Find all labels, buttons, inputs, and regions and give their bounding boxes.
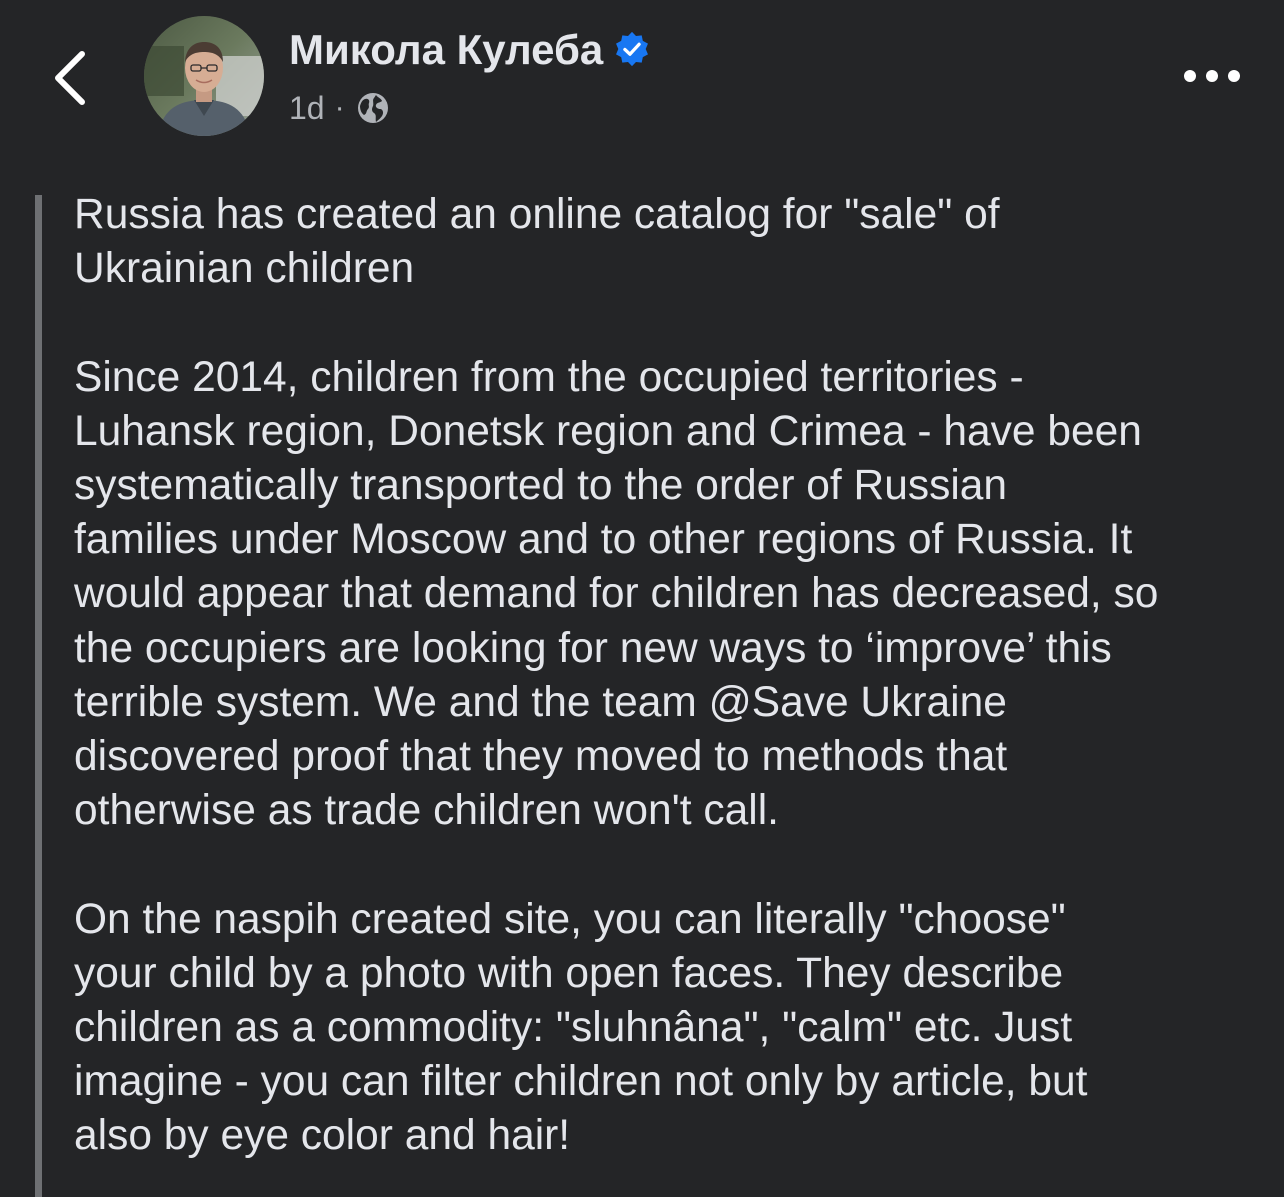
author-avatar[interactable] <box>144 16 264 136</box>
post-line: would appear that demand for children ha… <box>74 570 1159 618</box>
quote-bar <box>35 195 42 1197</box>
more-options-icon <box>1184 70 1240 82</box>
author-name-text: Микола Кулеба <box>289 26 604 73</box>
post-line: terrible system. We and the team @Save U… <box>74 678 1007 726</box>
post-line: Ukrainian children <box>74 245 415 293</box>
more-options-button[interactable] <box>1176 56 1248 96</box>
avatar-photo <box>144 16 264 136</box>
author-name[interactable]: Микола Кулеба <box>289 26 651 74</box>
post-line: the occupiers are looking for new ways t… <box>74 624 1112 672</box>
post-body: Russia has created an online catalog for… <box>74 188 1274 1164</box>
post-header: Микола Кулеба 1d · <box>0 0 1284 160</box>
post-line: On the naspih created site, you can lite… <box>74 895 1066 943</box>
post-line: otherwise as trade children won't call. <box>74 787 779 835</box>
post-line: systematically transported to the order … <box>74 462 1008 509</box>
post-meta: 1d · <box>289 88 391 128</box>
back-button[interactable] <box>46 40 102 116</box>
post-line: families under Moscow and to other regio… <box>74 516 1133 564</box>
post-line: your child by a photo with open faces. T… <box>74 949 1064 997</box>
post-line: also by eye color and hair! <box>74 1112 571 1160</box>
post-line: discovered proof that they moved to meth… <box>74 733 1008 781</box>
post-paragraph: Russia has created an online catalog for… <box>74 188 1274 296</box>
post-line: Russia has created an online catalog for… <box>74 191 1000 238</box>
globe-icon[interactable] <box>355 90 391 126</box>
post-line: imagine - you can filter children not on… <box>74 1058 1088 1106</box>
post-line: Since 2014, children from the occupied t… <box>74 353 1024 401</box>
meta-separator: · <box>334 91 345 124</box>
post-line: Luhansk region, Donetsk region and Crime… <box>74 407 1142 455</box>
post-line: children as a commodity: "sluhnâna", "ca… <box>74 1004 1073 1052</box>
post-paragraph: Since 2014, children from the occupied t… <box>74 351 1274 839</box>
post-paragraph: On the naspih created site, you can lite… <box>74 893 1274 1164</box>
verified-badge-icon <box>616 31 649 67</box>
post-timestamp[interactable]: 1d <box>289 90 325 127</box>
chevron-left-icon <box>55 51 85 105</box>
